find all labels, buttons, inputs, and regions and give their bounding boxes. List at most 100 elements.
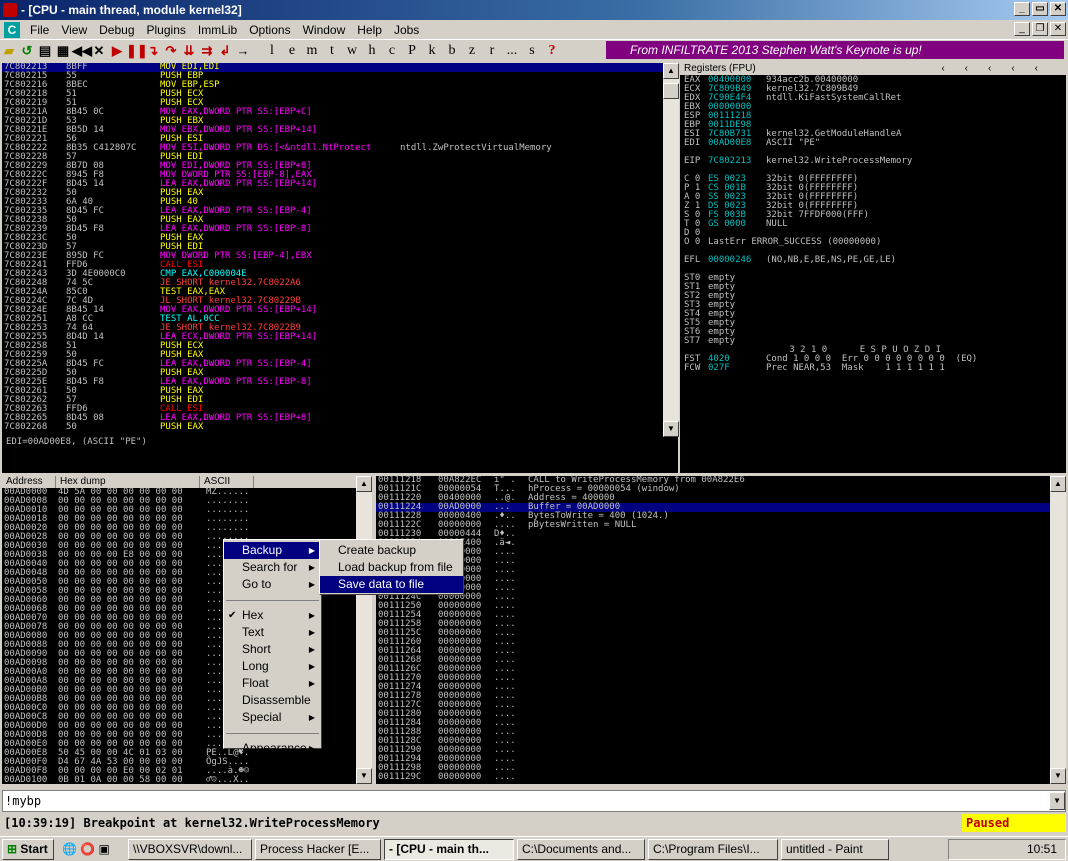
task-process-hacker[interactable]: Process Hacker [E... [255, 838, 381, 860]
register-row[interactable]: ST6 empty [680, 328, 1066, 337]
disasm-row[interactable]: 7C802218 51 PUSH ECX [2, 90, 663, 99]
run-icon[interactable]: ▶ [108, 42, 126, 60]
disasm-row[interactable]: 7C802215 55 PUSH EBP [2, 72, 663, 81]
menu-window[interactable]: Window [297, 23, 352, 37]
disasm-row[interactable]: 7C80225E 8D45 F8 LEA EAX,DWORD PTR SS:[EBP… [2, 378, 663, 387]
submenu-item-save-data-to-file[interactable]: Save data to file [320, 576, 463, 593]
view-icon[interactable]: ▦ [54, 42, 72, 60]
scroll-down-icon[interactable]: ▼ [356, 768, 372, 784]
context-item-short[interactable]: Short [224, 641, 321, 658]
register-row[interactable]: ST4 empty [680, 310, 1066, 319]
toolbar-windows[interactable]: w [342, 43, 362, 59]
disasm-row[interactable]: 7C80222F 8D45 14 LEA EAX,DWORD PTR SS:[EBP… [2, 180, 663, 189]
child-minimize-button[interactable]: _ [1014, 22, 1030, 36]
trace-over-icon[interactable]: ⇉ [198, 42, 216, 60]
registers-nav-arrows[interactable]: ‹‹‹‹‹ [941, 63, 1058, 75]
context-item-backup[interactable]: Backup [224, 542, 321, 559]
attach-icon[interactable]: ▤ [36, 42, 54, 60]
context-item-search-for[interactable]: Search for [224, 559, 321, 576]
close-button[interactable]: ✕ [1050, 2, 1066, 16]
open-icon[interactable]: ▰ [0, 42, 18, 60]
context-item-appearance[interactable]: Appearance [224, 740, 321, 757]
disasm-row[interactable]: 7C802255 8D4D 14 LEA ECX,DWORD PTR SS:[EBP… [2, 333, 663, 342]
step-into-icon[interactable]: ↴ [144, 42, 162, 60]
context-item-float[interactable]: Float [224, 675, 321, 692]
scroll-thumb[interactable] [663, 83, 679, 99]
minimize-button[interactable]: _ [1014, 2, 1030, 16]
task-cpu[interactable]: - [CPU - main th... [384, 838, 514, 860]
command-input[interactable]: !mybp ▼ [2, 790, 1066, 812]
register-row[interactable]: ST5 empty [680, 319, 1066, 328]
menu-plugins[interactable]: Plugins [141, 23, 192, 37]
cpu-icon[interactable]: C [4, 21, 20, 38]
registers-pane[interactable]: Registers (FPU) ‹‹‹‹‹ EAX 00400000 934acc2… [680, 63, 1066, 473]
disasm-row[interactable]: 7C802265 8D45 08 LEA EAX,DWORD PTR SS:[EBP… [2, 414, 663, 423]
disasm-row[interactable]: 7C80224A 85C0 TEST EAX,EAX [2, 288, 663, 297]
stack-row[interactable]: 0011129C 00000000.... [376, 773, 1050, 782]
disasm-row[interactable]: 7C802251 A8 CC TEST AL,0CC [2, 315, 663, 324]
disasm-row[interactable]: 7C802239 8D45 F8 LEA EAX,DWORD PTR SS:[EBP… [2, 225, 663, 234]
dump-scrollbar[interactable]: ▲ ▼ [356, 476, 372, 784]
toolbar-z[interactable]: z [462, 43, 482, 59]
task-paint[interactable]: untitled - Paint [781, 838, 889, 860]
disasm-row[interactable]: 7C802243 3D 4E0000C0 CMP EAX,C000004E [2, 270, 663, 279]
disasm-row[interactable]: 7C802258 51 PUSH ECX [2, 342, 663, 351]
scroll-up-icon[interactable]: ▲ [663, 63, 679, 79]
context-item-long[interactable]: Long [224, 658, 321, 675]
menu-options[interactable]: Options [243, 23, 296, 37]
menu-debug[interactable]: Debug [93, 23, 140, 37]
disasm-row[interactable]: 7C80221E 8B5D 14 MOV EBX,DWORD PTR SS:[EBP… [2, 126, 663, 135]
scroll-down-icon[interactable]: ▼ [1050, 768, 1066, 784]
disassembly-scrollbar[interactable]: ▲ ▼ [663, 63, 679, 437]
disassembly-pane[interactable]: 7C802213 8BFF MOV EDI,EDI 7C802215 55 PUSH EB… [2, 63, 663, 437]
disasm-row[interactable]: 7C802262 57 PUSH EDI [2, 396, 663, 405]
register-row[interactable]: FCW 027F Prec NEAR,53 Mask 1 1 1 1 1 1 [680, 364, 1066, 373]
disasm-row[interactable]: 7C802232 50 PUSH EAX [2, 189, 663, 198]
register-row[interactable]: O 0 LastErr ERROR_SUCCESS (00000000) [680, 238, 1066, 247]
task-vboxsvr[interactable]: \\VBOXSVR\downl... [128, 838, 252, 860]
maximize-button[interactable]: ▭ [1032, 2, 1048, 16]
start-button[interactable]: ⊞ Start [2, 838, 54, 860]
register-row[interactable]: EFL 00000246 (NO,NB,E,BE,NS,PE,GE,LE) [680, 256, 1066, 265]
menu-jobs[interactable]: Jobs [388, 23, 425, 37]
menu-immlib[interactable]: ImmLib [192, 23, 243, 37]
scroll-down-icon[interactable]: ▼ [663, 421, 679, 437]
disasm-row[interactable]: 7C80221A 8B45 0C MOV EAX,DWORD PTR SS:[EBP… [2, 108, 663, 117]
stack-pane[interactable]: 00111218 00A822EC ì"¨. CALL to WriteProcess… [376, 476, 1050, 784]
disasm-row[interactable]: 7C802216 8BEC MOV EBP,ESP [2, 81, 663, 90]
execute-till-return-icon[interactable]: ↲ [216, 42, 234, 60]
stack-scrollbar[interactable]: ▲ ▼ [1050, 476, 1066, 784]
step-over-icon[interactable]: ↷ [162, 42, 180, 60]
rewind-icon[interactable]: ◀◀ [72, 42, 92, 60]
task-documents[interactable]: C:\Documents and... [517, 838, 645, 860]
disasm-row[interactable]: 7C802222 8B35 C412807C MOV ESI,DWORD PTR D… [2, 144, 663, 153]
toolbar-log[interactable]: l [262, 43, 282, 59]
command-dropdown-icon[interactable]: ▼ [1049, 792, 1065, 810]
menu-help[interactable]: Help [351, 23, 388, 37]
disasm-row[interactable]: 7C80225A 8D45 FC LEA EAX,DWORD PTR SS:[EBP… [2, 360, 663, 369]
pause-icon[interactable]: ❚❚ [126, 42, 148, 60]
register-row[interactable]: ST0 empty [680, 274, 1066, 283]
quick-launch[interactable]: 🌐 ⭕ ▣ [57, 839, 125, 860]
disasm-row[interactable]: 7C80223C 50 PUSH EAX [2, 234, 663, 243]
disasm-row[interactable]: 7C802235 8D45 FC LEA EAX,DWORD PTR SS:[EBP… [2, 207, 663, 216]
register-row[interactable]: ST1 empty [680, 283, 1066, 292]
menu-file[interactable]: File [24, 23, 55, 37]
register-row[interactable]: ST2 empty [680, 292, 1066, 301]
context-item-special[interactable]: Special [224, 709, 321, 726]
trace-into-icon[interactable]: ⇊ [180, 42, 198, 60]
context-item-text[interactable]: Text [224, 624, 321, 641]
submenu-item-create-backup[interactable]: Create backup [320, 542, 463, 559]
toolbar-breakpoints[interactable]: b [442, 43, 462, 59]
register-row[interactable]: ST3 empty [680, 301, 1066, 310]
toolbar-threads[interactable]: t [322, 43, 342, 59]
disasm-row[interactable]: 7C802261 50 PUSH EAX [2, 387, 663, 396]
goto-icon[interactable]: → [234, 42, 252, 60]
context-item-go-to[interactable]: Go to [224, 576, 321, 593]
context-item-hex[interactable]: ✔ Hex [224, 607, 321, 624]
child-close-button[interactable]: ✕ [1050, 22, 1066, 36]
toolbar-executables[interactable]: e [282, 43, 302, 59]
toolbar-memory[interactable]: m [302, 43, 322, 59]
close-program-icon[interactable]: ✕ [90, 42, 108, 60]
submenu-item-load-backup-from-file[interactable]: Load backup from file [320, 559, 463, 576]
